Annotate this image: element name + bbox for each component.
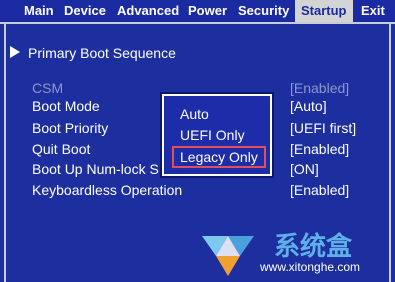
bios-menu-bar: Main Device Advanced Power Security Star… xyxy=(0,0,395,24)
menu-exit[interactable]: Exit xyxy=(361,0,385,22)
menu-security[interactable]: Security xyxy=(238,0,289,22)
setting-boot-mode-value[interactable]: [Auto] xyxy=(290,98,327,114)
option-uefi-only[interactable]: UEFI Only xyxy=(180,127,245,143)
primary-boot-sequence[interactable]: Primary Boot Sequence xyxy=(28,45,176,61)
expand-arrow-icon[interactable] xyxy=(10,46,20,58)
setting-quit-boot-value[interactable]: [Enabled] xyxy=(290,141,349,157)
boot-mode-popup: Auto UEFI Only Legacy Only xyxy=(162,94,272,176)
setting-csm-value: [Enabled] xyxy=(290,80,350,96)
setting-boot-priority-value[interactable]: [UEFI first] xyxy=(290,120,356,136)
menu-startup[interactable]: Startup xyxy=(295,0,353,22)
setting-numlock-label[interactable]: Boot Up Num-lock S xyxy=(32,161,159,177)
menu-device[interactable]: Device xyxy=(64,0,106,22)
setting-numlock-value[interactable]: [ON] xyxy=(290,161,319,177)
watermark-logo-icon xyxy=(202,236,254,276)
setting-keyboardless-value[interactable]: [Enabled] xyxy=(290,182,349,198)
menu-advanced[interactable]: Advanced xyxy=(117,0,179,22)
setting-boot-mode-label[interactable]: Boot Mode xyxy=(32,98,100,114)
option-legacy-only[interactable]: Legacy Only xyxy=(172,146,266,168)
setting-csm-label: CSM xyxy=(32,80,64,96)
setting-keyboardless-label[interactable]: Keyboardless Operation xyxy=(32,182,182,198)
watermark: 系统盒 www.xitonghe.com xyxy=(198,222,393,280)
menu-main[interactable]: Main xyxy=(24,0,54,22)
watermark-url: www.xitonghe.com xyxy=(260,260,361,274)
watermark-brand: 系统盒 xyxy=(274,231,353,261)
setting-quit-boot-label[interactable]: Quit Boot xyxy=(32,141,90,157)
option-auto[interactable]: Auto xyxy=(180,106,209,122)
menu-power[interactable]: Power xyxy=(188,0,227,22)
setting-boot-priority-label[interactable]: Boot Priority xyxy=(32,120,108,136)
